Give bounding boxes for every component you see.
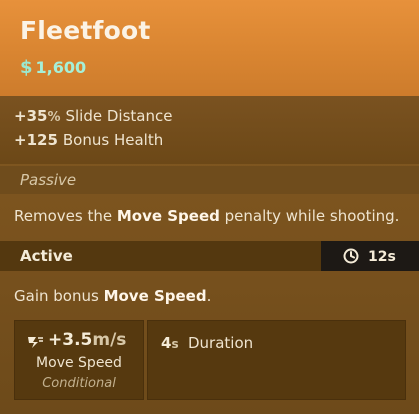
passive-header: Passive <box>20 171 77 189</box>
price-value: 1,600 <box>35 58 87 77</box>
stat-bonus-health: +125 Bonus Health <box>14 131 163 149</box>
passive-keyword: Move Speed <box>116 207 220 225</box>
ms-unit: m/s <box>92 330 127 350</box>
active-keyword: Move Speed <box>103 287 207 305</box>
move-speed-value: +3.5m/s <box>48 330 126 350</box>
active-text-part: . <box>206 287 212 305</box>
stat-label: Slide Distance <box>65 107 173 125</box>
duration-unit: s <box>171 337 179 351</box>
item-header <box>0 0 419 96</box>
cooldown-value: 12s <box>368 249 396 265</box>
move-speed-condition: Conditional <box>42 376 116 391</box>
duration-value: 4s <box>161 334 179 352</box>
item-price: $1,600 <box>20 57 86 78</box>
stat-value: +35 <box>14 107 48 125</box>
passive-text-part: penalty while shooting. <box>219 207 400 225</box>
move-speed-label: Move Speed <box>36 355 122 371</box>
move-speed-icon <box>28 337 43 348</box>
active-text-part: Gain bonus <box>14 287 104 305</box>
cooldown-icon <box>343 248 359 264</box>
passive-description: Removes the Move Speed penalty while sho… <box>14 207 399 225</box>
stat-slide-distance: +35% Slide Distance <box>14 107 172 125</box>
duration-box <box>147 320 406 400</box>
stat-label: Bonus Health <box>62 131 164 149</box>
duration-label: Duration <box>188 334 254 352</box>
currency-icon: $ <box>20 57 33 78</box>
stat-unit: % <box>47 110 61 125</box>
passive-text-part: Removes the <box>14 207 117 225</box>
item-name: Fleetfoot <box>20 16 151 45</box>
active-description: Gain bonus Move Speed. <box>14 287 211 305</box>
ms-number: +3.5 <box>48 330 93 350</box>
duration-number: 4 <box>161 334 172 352</box>
stat-value: +125 <box>14 131 58 149</box>
active-header: Active <box>20 247 73 265</box>
item-tooltip-card: Fleetfoot $1,600 +35% Slide Distance +125… <box>0 0 419 414</box>
